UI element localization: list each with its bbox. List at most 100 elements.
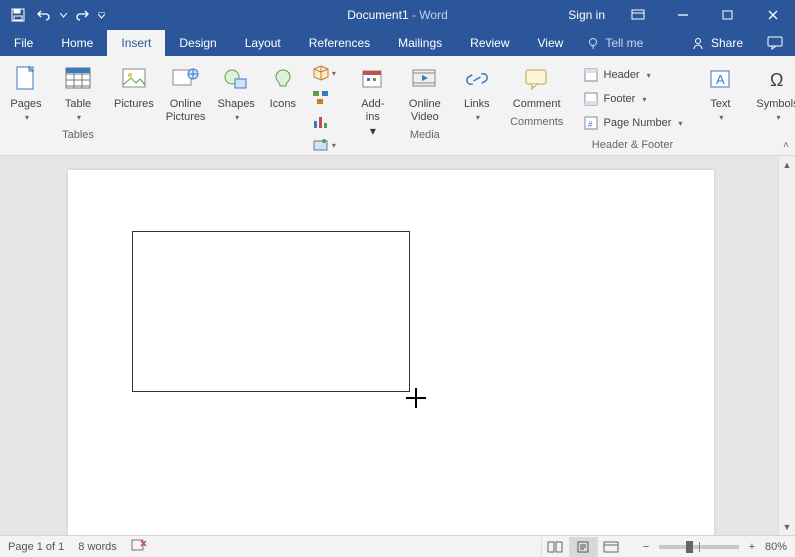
share-icon [691, 36, 705, 50]
addins-button[interactable]: Add- ins ▾ [353, 60, 393, 140]
proofing-button[interactable] [131, 538, 147, 555]
chart-icon [312, 112, 330, 130]
print-layout-icon [576, 541, 590, 553]
web-layout-icon [603, 541, 619, 553]
table-button[interactable]: Table▾ [58, 60, 98, 126]
group-label-media: Media [410, 126, 440, 144]
symbols-button[interactable]: Ω Symbols▾ [752, 60, 795, 126]
tab-view[interactable]: View [524, 30, 578, 56]
undo-button[interactable] [32, 3, 56, 27]
close-button[interactable] [750, 0, 795, 30]
omega-icon: Ω [766, 67, 790, 91]
tab-home[interactable]: Home [47, 30, 107, 56]
proofing-icon [131, 538, 147, 552]
zoom-control: − + 80% [639, 541, 787, 553]
read-mode-icon [547, 541, 563, 553]
page-indicator[interactable]: Page 1 of 1 [8, 541, 64, 553]
footer-icon [583, 91, 599, 107]
group-comments: Comment Comments [503, 56, 571, 155]
group-label-tables: Tables [62, 126, 94, 144]
group-addins: Add- ins ▾ . [347, 56, 399, 155]
qat-customize-icon[interactable] [96, 12, 106, 19]
minimize-button[interactable] [660, 0, 705, 30]
crosshair-cursor-icon [406, 388, 426, 408]
picture-icon [121, 67, 147, 91]
group-links: Links▾ . [451, 56, 503, 155]
textbox-icon: A [708, 67, 732, 91]
tab-layout[interactable]: Layout [231, 30, 295, 56]
tab-file[interactable]: File [0, 30, 47, 56]
screenshot-icon [312, 137, 330, 153]
icons-button[interactable]: Icons [263, 60, 303, 113]
links-button[interactable]: Links▾ [457, 60, 497, 126]
pictures-button[interactable]: Pictures [110, 60, 158, 113]
header-button[interactable]: Header▾ [579, 64, 687, 86]
app-name: Word [419, 8, 447, 22]
comment-button[interactable]: Comment [509, 60, 565, 113]
page-number-button[interactable]: # Page Number▾ [579, 112, 687, 134]
link-icon [465, 67, 489, 91]
tell-me-search[interactable]: Tell me [577, 30, 653, 56]
group-illustrations: Pictures Online Pictures Shapes▾ Icons ▾… [104, 56, 347, 155]
shapes-button[interactable]: Shapes▾ [214, 60, 259, 126]
zoom-slider[interactable] [659, 545, 739, 549]
feedback-button[interactable] [755, 30, 795, 56]
shapes-icon [223, 67, 249, 91]
screenshot-button[interactable]: ▾ [309, 134, 339, 156]
group-media: Online Video Media [399, 56, 451, 155]
vertical-scrollbar[interactable]: ▲ ▼ [778, 156, 795, 535]
share-button[interactable]: Share [679, 30, 755, 56]
sign-in-button[interactable]: Sign in [558, 0, 615, 30]
quick-access-toolbar [0, 3, 106, 27]
read-mode-button[interactable] [541, 537, 569, 557]
zoom-level[interactable]: 80% [765, 541, 787, 553]
collapse-ribbon-button[interactable]: ˄ [783, 140, 789, 151]
document-page[interactable] [68, 170, 714, 535]
new-comment-icon [523, 67, 551, 91]
drawn-rectangle-shape[interactable] [132, 231, 410, 392]
group-pages: Pages▾ . [0, 56, 52, 155]
online-video-button[interactable]: Online Video [405, 60, 445, 126]
save-button[interactable] [6, 3, 30, 27]
group-text: A Text▾ . [694, 56, 746, 155]
online-pictures-icon [172, 67, 200, 91]
word-count[interactable]: 8 words [78, 541, 117, 553]
table-icon [64, 66, 92, 92]
group-label-header-footer: Header & Footer [592, 136, 673, 154]
zoom-in-button[interactable]: + [745, 541, 759, 553]
lightbulb-icon [587, 37, 600, 50]
web-layout-button[interactable] [597, 537, 625, 557]
cube-icon [312, 64, 330, 82]
view-buttons [541, 537, 625, 557]
maximize-button[interactable] [705, 0, 750, 30]
3d-models-button[interactable]: ▾ [309, 62, 339, 84]
pages-button[interactable]: Pages▾ [6, 60, 46, 126]
document-area: ▲ ▼ [0, 156, 795, 535]
print-layout-button[interactable] [569, 537, 597, 557]
icons-icon [271, 67, 295, 91]
tab-mailings[interactable]: Mailings [384, 30, 456, 56]
tab-references[interactable]: References [295, 30, 384, 56]
ribbon-display-options-button[interactable] [615, 0, 660, 30]
tab-insert[interactable]: Insert [107, 30, 165, 56]
document-name: Document1 [347, 8, 408, 22]
tab-review[interactable]: Review [456, 30, 523, 56]
smartart-button[interactable] [309, 86, 339, 108]
text-button[interactable]: A Text▾ [700, 60, 740, 126]
group-header-footer: Header▾ Footer▾ # Page Number▾ Header & … [571, 56, 695, 155]
tab-design[interactable]: Design [165, 30, 230, 56]
scroll-down-icon[interactable]: ▼ [779, 518, 795, 535]
chart-button[interactable] [309, 110, 339, 132]
redo-button[interactable] [70, 3, 94, 27]
scroll-up-icon[interactable]: ▲ [779, 156, 795, 173]
addins-icon [360, 67, 386, 91]
zoom-out-button[interactable]: − [639, 541, 653, 553]
header-icon [583, 67, 599, 83]
online-pictures-button[interactable]: Online Pictures [162, 60, 210, 126]
video-icon [411, 67, 439, 91]
footer-button[interactable]: Footer▾ [579, 88, 687, 110]
svg-text:A: A [716, 72, 725, 87]
undo-more-icon[interactable] [58, 13, 68, 18]
svg-text:#: # [588, 120, 593, 129]
smartart-icon [312, 88, 330, 106]
